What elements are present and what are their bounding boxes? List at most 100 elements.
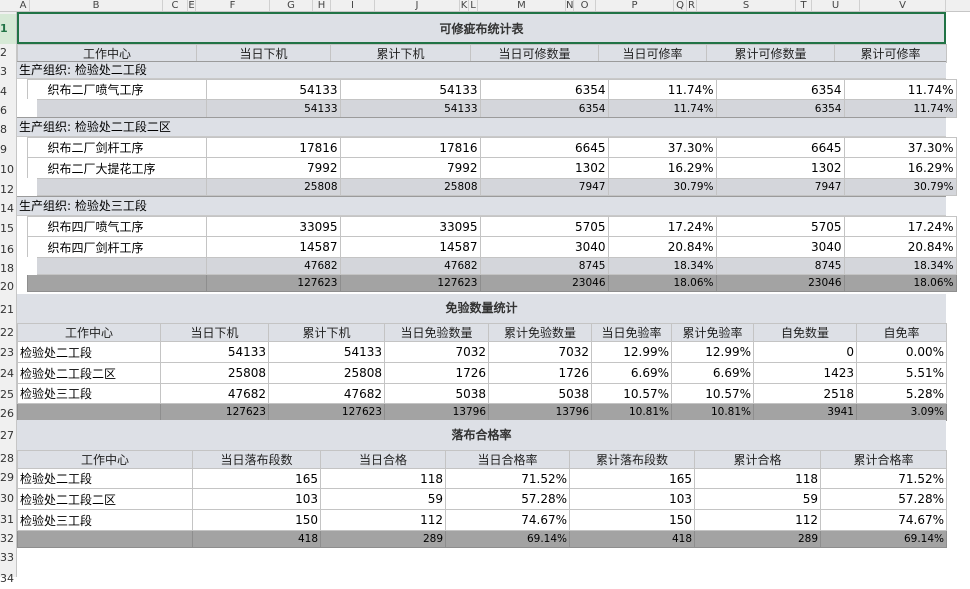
column-header-u[interactable]: U	[812, 0, 860, 11]
cell[interactable]	[17, 178, 207, 196]
column-header-t[interactable]: T	[796, 0, 812, 11]
column-header-b[interactable]: B	[30, 0, 163, 11]
cell[interactable]	[17, 403, 161, 421]
cell[interactable]: 1726	[488, 362, 592, 384]
cell[interactable]: 5705	[479, 216, 609, 237]
cell[interactable]: 7992	[339, 157, 481, 179]
cell[interactable]: 17816	[339, 137, 481, 158]
header-cell[interactable]: 当日可修率	[598, 44, 707, 63]
column-header-n[interactable]: N	[566, 0, 574, 11]
cell[interactable]: 7992	[205, 157, 341, 179]
cell[interactable]: 5.28%	[856, 383, 947, 404]
cell[interactable]: 检验处二工段二区	[17, 362, 161, 384]
cell[interactable]: 30.79%	[843, 178, 957, 196]
row-header-29[interactable]: 29	[0, 468, 16, 488]
cell[interactable]: 3040	[715, 236, 845, 258]
cell[interactable]: 54133	[160, 341, 269, 363]
row-header-2[interactable]: 2	[0, 44, 16, 62]
cell[interactable]: 25808	[205, 178, 341, 196]
row-header-18[interactable]: 18	[0, 260, 16, 277]
cell[interactable]: 11.74%	[843, 99, 957, 118]
cell[interactable]: 57.28%	[445, 488, 570, 510]
cell[interactable]: 5038	[488, 383, 592, 404]
cell[interactable]: 112	[320, 509, 446, 531]
cell[interactable]: 1302	[715, 157, 845, 179]
header-cell[interactable]: 累计下机	[268, 323, 385, 342]
cell[interactable]: 10.81%	[671, 403, 754, 421]
cell[interactable]: 165	[569, 468, 695, 489]
cell[interactable]: 127623	[205, 274, 341, 292]
cell[interactable]: 20.84%	[843, 236, 957, 258]
cell[interactable]: 47682	[160, 383, 269, 404]
cell[interactable]	[26, 274, 207, 292]
cell[interactable]: 10.57%	[591, 383, 672, 404]
cell[interactable]: 37.30%	[843, 137, 957, 158]
column-header-p[interactable]: P	[596, 0, 674, 11]
row-header-26[interactable]: 26	[0, 405, 16, 422]
section1-title[interactable]: 可修疵布统计表	[17, 12, 946, 44]
cell[interactable]: 18.06%	[843, 274, 957, 292]
cell[interactable]: 74.67%	[445, 509, 570, 531]
header-cell[interactable]: 工作中心	[17, 44, 197, 63]
header-cell[interactable]: 当日免验率	[591, 323, 672, 342]
cell[interactable]: 7032	[384, 341, 489, 363]
header-cell[interactable]: 当日落布段数	[192, 450, 321, 469]
cell[interactable]: 118	[320, 468, 446, 489]
cell[interactable]	[17, 530, 193, 548]
cell[interactable]: 30.79%	[607, 178, 717, 196]
cell[interactable]: 检验处二工段	[17, 341, 161, 363]
header-cell[interactable]: 累计下机	[330, 44, 471, 63]
cell[interactable]: 69.14%	[820, 530, 947, 548]
cell[interactable]: 8745	[715, 257, 845, 275]
cell[interactable]: 14587	[205, 236, 341, 258]
header-cell[interactable]: 累计免验数量	[488, 323, 592, 342]
cell[interactable]: 0	[753, 341, 857, 363]
header-cell[interactable]: 累计合格	[694, 450, 821, 469]
header-cell[interactable]: 工作中心	[17, 323, 161, 342]
cell[interactable]: 23046	[715, 274, 845, 292]
column-header-m[interactable]: M	[478, 0, 566, 11]
cell[interactable]: 3941	[753, 403, 857, 421]
row-header-34[interactable]: 34	[0, 568, 16, 589]
cell[interactable]: 5705	[715, 216, 845, 237]
cell[interactable]: 23046	[479, 274, 609, 292]
cell[interactable]: 10.81%	[591, 403, 672, 421]
cell[interactable]: 6.69%	[671, 362, 754, 384]
cell[interactable]: 112	[694, 509, 821, 531]
cell[interactable]: 6354	[715, 99, 845, 118]
row-header-31[interactable]: 31	[0, 509, 16, 530]
cell[interactable]	[17, 99, 207, 118]
cell[interactable]: 3.09%	[856, 403, 947, 421]
cell[interactable]: 11.74%	[607, 99, 717, 118]
row-header-27[interactable]: 27	[0, 422, 16, 450]
cell[interactable]: 33095	[205, 216, 341, 237]
row-header-25[interactable]: 25	[0, 384, 16, 405]
group-label[interactable]: 生产组织: 检验处二工段	[17, 61, 946, 79]
row-header-23[interactable]: 23	[0, 342, 16, 363]
header-cell[interactable]: 累计可修率	[834, 44, 947, 63]
header-cell[interactable]: 当日合格率	[445, 450, 570, 469]
cell[interactable]: 74.67%	[820, 509, 947, 531]
cell[interactable]: 18.34%	[607, 257, 717, 275]
cell[interactable]: 6354	[479, 79, 609, 100]
cell[interactable]: 69.14%	[445, 530, 570, 548]
header-cell[interactable]: 当日下机	[160, 323, 269, 342]
cell[interactable]: 165	[192, 468, 321, 489]
row-header-30[interactable]: 30	[0, 488, 16, 509]
cell[interactable]: 54133	[339, 79, 481, 100]
cell[interactable]: 1302	[479, 157, 609, 179]
cell[interactable]: 11.74%	[607, 79, 717, 100]
row-header-22[interactable]: 22	[0, 323, 16, 342]
cell[interactable]: 织布二厂剑杆工序	[26, 137, 207, 158]
column-header-v[interactable]: V	[860, 0, 946, 11]
row-header-14[interactable]: 14	[0, 199, 16, 219]
column-header-a[interactable]: A	[17, 0, 30, 11]
cell[interactable]: 检验处二工段二区	[17, 488, 193, 510]
cell[interactable]	[17, 257, 207, 275]
row-header-28[interactable]: 28	[0, 450, 16, 468]
cell[interactable]: 织布二厂喷气工序	[26, 79, 207, 100]
cell[interactable]: 47682	[205, 257, 341, 275]
column-header-j[interactable]: J	[375, 0, 460, 11]
cell[interactable]: 25808	[268, 362, 385, 384]
cell[interactable]: 7947	[479, 178, 609, 196]
